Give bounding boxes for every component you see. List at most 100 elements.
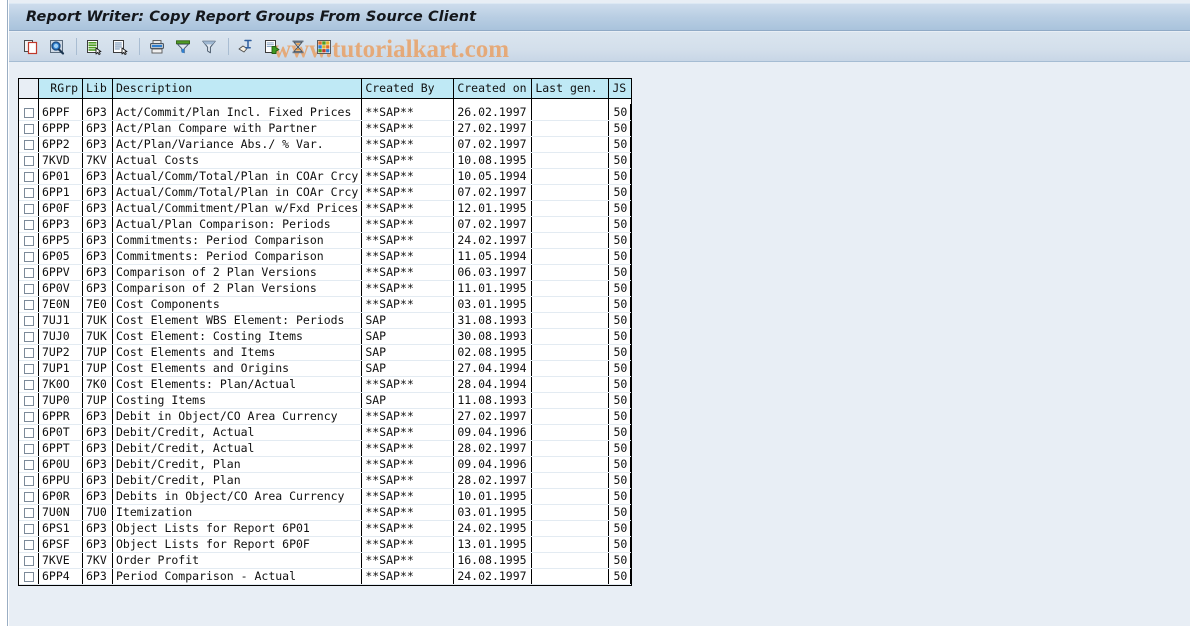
table-row[interactable]: 6P0R 6P3 Debits in Object/CO Area Currency… [19,488,632,505]
table-row[interactable]: 7K0O 7K0 Cost Elements: Plan/Actual **SAP**… [19,376,632,393]
row-select-cell[interactable] [19,344,39,361]
row-checkbox[interactable] [24,252,34,262]
table-row[interactable]: 7E0N 7E0 Cost Components **SAP** 03.01.1995 5… [19,296,632,313]
row-select-cell[interactable] [19,552,39,569]
column-header-created-on[interactable]: Created on [453,79,533,99]
row-select-cell[interactable] [19,296,39,313]
table-row[interactable]: 6PPP 6P3 Act/Plan Compare with Partner **SA… [19,120,632,137]
sort-filter-icon[interactable] [171,35,195,59]
row-checkbox[interactable] [24,107,34,118]
table-row[interactable]: 7UP1 7UP Cost Elements and Origins SAP 27.04… [19,360,632,377]
row-checkbox[interactable] [24,524,34,534]
row-checkbox[interactable] [24,556,34,566]
print-icon[interactable] [145,35,169,59]
select-layout-icon[interactable] [234,35,258,59]
row-checkbox[interactable] [24,364,34,374]
row-checkbox[interactable] [24,300,34,310]
table-row[interactable]: 6PP3 6P3 Actual/Plan Comparison: Periods **… [19,216,632,233]
table-row[interactable]: 6PPR 6P3 Debit in Object/CO Area Currency *… [19,408,632,425]
table-row[interactable]: 6PS1 6P3 Object Lists for Report 6P01 **SAP… [19,520,632,537]
table-row[interactable]: 6PSF 6P3 Object Lists for Report 6P0F **SAP… [19,536,632,553]
row-checkbox[interactable] [24,348,34,358]
column-header-created-by[interactable]: Created By [361,79,455,99]
table-row[interactable]: 6PPV 6P3 Comparison of 2 Plan Versions **SA… [19,264,632,281]
row-checkbox[interactable] [24,396,34,406]
row-checkbox[interactable] [24,428,34,438]
row-select-cell[interactable] [19,136,39,153]
select-all-icon[interactable] [82,35,106,59]
row-select-cell[interactable] [19,568,39,585]
row-select-cell[interactable] [19,376,39,393]
row-select-cell[interactable] [19,520,39,537]
column-header-description[interactable]: Description [112,79,363,99]
table-row[interactable]: 7KVD 7KV Actual Costs **SAP** 10.08.1995 50 [19,152,632,169]
row-select-cell[interactable] [19,504,39,521]
row-checkbox[interactable] [24,412,34,422]
copy-icon[interactable] [19,35,43,59]
row-select-cell[interactable] [19,312,39,329]
row-checkbox[interactable] [24,540,34,550]
table-row[interactable]: 6P0T 6P3 Debit/Credit, Actual **SAP** 09.04.… [19,424,632,441]
row-select-cell[interactable] [19,408,39,425]
row-checkbox[interactable] [24,508,34,518]
row-select-cell[interactable] [19,104,39,121]
table-row[interactable]: 6PP1 6P3 Actual/Comm/Total/Plan in COAr Cr… [19,184,632,201]
table-row[interactable]: 7UJ1 7UK Cost Element WBS Element: Periods… [19,312,632,329]
row-select-cell[interactable] [19,472,39,489]
row-select-cell[interactable] [19,120,39,137]
deselect-all-icon[interactable] [108,35,132,59]
table-row[interactable]: 6P01 6P3 Actual/Comm/Total/Plan in COAr Cr… [19,168,632,185]
row-select-cell[interactable] [19,328,39,345]
table-row[interactable]: 6P05 6P3 Commitments: Period Comparison **S… [19,248,632,265]
table-row[interactable]: 6PP2 6P3 Act/Plan/Variance Abs./ % Var. **S… [19,136,632,153]
row-checkbox[interactable] [24,476,34,486]
row-checkbox[interactable] [24,172,34,182]
row-checkbox[interactable] [24,284,34,294]
row-select-cell[interactable] [19,152,39,169]
row-select-cell[interactable] [19,248,39,265]
export-icon[interactable] [260,35,284,59]
row-select-cell[interactable] [19,200,39,217]
table-row[interactable]: 7UP0 7UP Costing Items SAP 11.08.1993 50 [19,392,632,409]
row-checkbox[interactable] [24,444,34,454]
column-header-lib[interactable]: Lib [82,79,113,99]
table-row[interactable]: 7UJ0 7UK Cost Element: Costing Items SAP 30.… [19,328,632,345]
filter-icon[interactable] [197,35,221,59]
row-checkbox[interactable] [24,124,34,134]
table-row[interactable]: 6PPU 6P3 Debit/Credit, Plan **SAP** 28.02.19… [19,472,632,489]
row-select-cell[interactable] [19,424,39,441]
row-checkbox[interactable] [24,316,34,326]
row-select-cell[interactable] [19,168,39,185]
table-row[interactable]: 7KVE 7KV Order Profit **SAP** 16.08.1995 50 [19,552,632,569]
row-checkbox[interactable] [24,204,34,214]
row-checkbox[interactable] [24,140,34,150]
row-select-cell[interactable] [19,232,39,249]
row-checkbox[interactable] [24,332,34,342]
row-select-cell[interactable] [19,264,39,281]
row-select-cell[interactable] [19,184,39,201]
row-select-cell[interactable] [19,392,39,409]
row-select-cell[interactable] [19,360,39,377]
row-checkbox[interactable] [24,268,34,278]
table-row[interactable]: 6PPT 6P3 Debit/Credit, Actual **SAP** 28.02.… [19,440,632,457]
row-select-cell[interactable] [19,280,39,297]
row-checkbox[interactable] [24,380,34,390]
row-select-cell[interactable] [19,536,39,553]
column-header-js[interactable]: JS [608,79,631,99]
table-row[interactable]: 6P0U 6P3 Debit/Credit, Plan **SAP** 09.04.19… [19,456,632,473]
row-select-cell[interactable] [19,488,39,505]
table-row[interactable]: 7U0N 7U0 Itemization **SAP** 03.01.1995 50 [19,504,632,521]
row-select-cell[interactable] [19,456,39,473]
display-search-icon[interactable] [45,35,69,59]
table-row[interactable]: 6P0V 6P3 Comparison of 2 Plan Versions **SA… [19,280,632,297]
table-row[interactable]: 6PP5 6P3 Commitments: Period Comparison **S… [19,232,632,249]
row-checkbox[interactable] [24,236,34,246]
table-row[interactable]: 7UP2 7UP Cost Elements and Items SAP 02.08.1… [19,344,632,361]
row-checkbox[interactable] [24,572,34,582]
row-checkbox[interactable] [24,156,34,166]
column-header-rgrp[interactable]: RGrp [38,79,83,99]
column-header-last-gen[interactable]: Last gen. [531,79,610,99]
table-row[interactable]: 6P0F 6P3 Actual/Commitment/Plan w/Fxd Pric… [19,200,632,217]
row-checkbox[interactable] [24,492,34,502]
table-row[interactable]: 6PP4 6P3 Period Comparison - Actual **SAP**… [19,568,632,585]
